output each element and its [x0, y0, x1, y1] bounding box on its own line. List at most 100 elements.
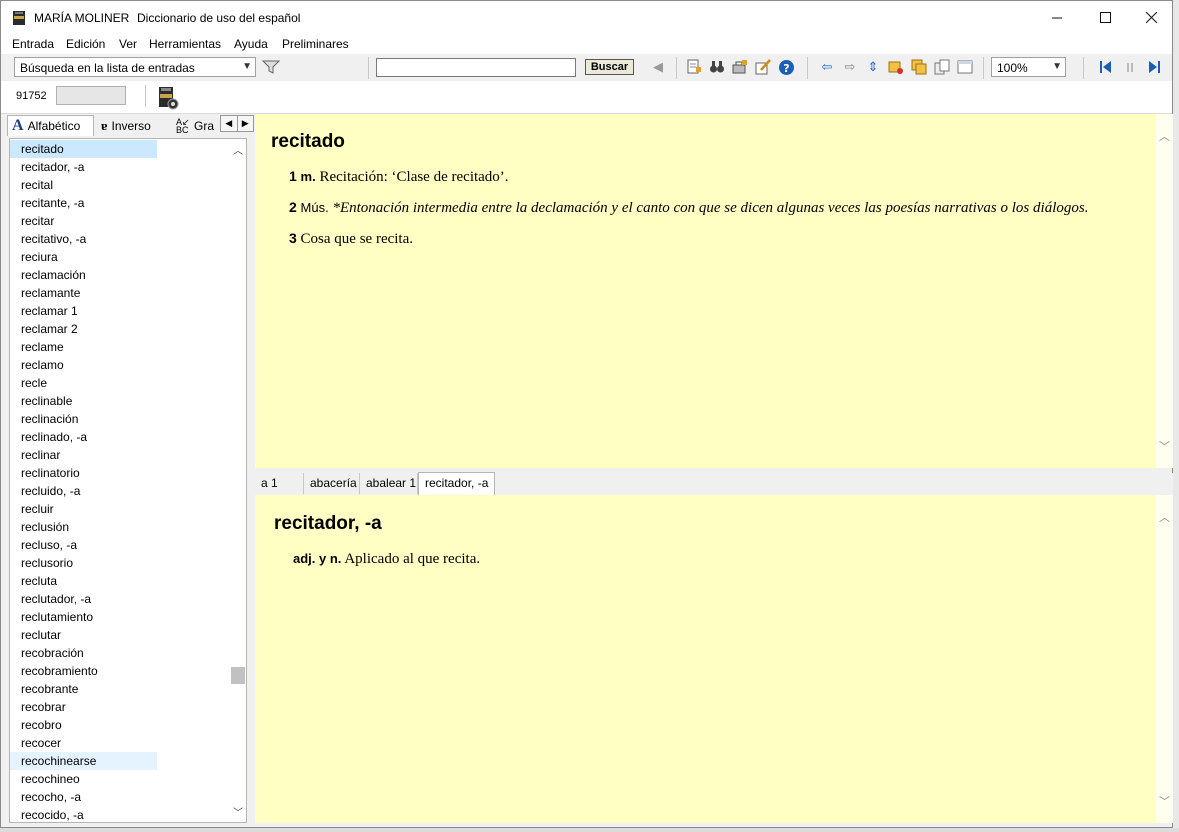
list-item[interactable]: reclinar: [10, 446, 157, 464]
list-item[interactable]: reclutamiento: [10, 608, 157, 626]
list-item[interactable]: recobramiento: [10, 662, 157, 680]
list-item[interactable]: recitado: [10, 140, 157, 158]
definition-2: 2 Mús. *Entonación intermedia entre la d…: [289, 197, 1134, 219]
list-item[interactable]: recocido, -a: [10, 806, 157, 822]
list-item[interactable]: recluir: [10, 500, 157, 518]
history-tab[interactable]: a 1: [255, 473, 304, 494]
first-entry-icon[interactable]: [1098, 59, 1114, 75]
triangle-left-icon[interactable]: ◀: [650, 59, 666, 75]
list-item[interactable]: recitar: [10, 212, 157, 230]
list-item[interactable]: reclinado, -a: [10, 428, 157, 446]
menu-ver[interactable]: Ver: [119, 37, 137, 51]
list-item[interactable]: reclamante: [10, 284, 157, 302]
list-item[interactable]: reclinación: [10, 410, 157, 428]
list-item[interactable]: recluta: [10, 572, 157, 590]
close-button[interactable]: [1128, 1, 1174, 34]
list-item[interactable]: reclutar: [10, 626, 157, 644]
list-item[interactable]: recocer: [10, 734, 157, 752]
search-mode-select[interactable]: Búsqueda en la lista de entradas ▼: [14, 57, 256, 77]
chevron-up-icon[interactable]: ︿: [233, 142, 243, 157]
pause-icon[interactable]: [1122, 59, 1138, 75]
last-entry-icon[interactable]: [1146, 59, 1162, 75]
scrollbar-thumb[interactable]: [231, 667, 245, 684]
binoculars-icon[interactable]: [709, 59, 725, 75]
chevron-down-icon[interactable]: ﹀: [233, 804, 243, 819]
buscar-button[interactable]: Buscar: [585, 59, 634, 75]
index-tabs: A Alfabético ɐ Inverso A↙ BC Gra ◀ ▶: [7, 115, 254, 137]
list-item[interactable]: recle: [10, 374, 157, 392]
note-pencil-icon[interactable]: [755, 59, 771, 75]
list-item[interactable]: recobrar: [10, 698, 157, 716]
history-tab[interactable]: abacería: [304, 473, 360, 494]
list-item[interactable]: recobro: [10, 716, 157, 734]
arrow-forward-icon[interactable]: ⇨: [842, 59, 858, 75]
entry-list[interactable]: recitado recitador, -a recital recitante, -…: [9, 138, 247, 823]
tab-alfabetico[interactable]: A Alfabético: [7, 115, 94, 136]
list-item[interactable]: recital: [10, 176, 157, 194]
list-item[interactable]: recobrante: [10, 680, 157, 698]
list-item[interactable]: reclamación: [10, 266, 157, 284]
zoom-select[interactable]: 100% ▼: [991, 57, 1066, 77]
def-text[interactable]: *Entonación intermedia entre la declamac…: [332, 200, 1088, 216]
list-item[interactable]: recobración: [10, 644, 157, 662]
search-mode-value: Búsqueda en la lista de entradas: [20, 61, 195, 75]
menu-entrada[interactable]: Entrada: [12, 37, 54, 51]
list-item[interactable]: reclusorio: [10, 554, 157, 572]
dictionary-book-icon[interactable]: [157, 86, 179, 110]
list-item[interactable]: recitativo, -a: [10, 230, 157, 248]
list-item[interactable]: recochinearse: [10, 752, 157, 770]
history-tabs: a 1 abacería abalear 1 recitador, -a: [255, 472, 1173, 495]
tab-inverso[interactable]: ɐ Inverso: [97, 115, 172, 136]
menu-edicion[interactable]: Edición: [66, 37, 105, 51]
bookmarks-icon[interactable]: [911, 59, 927, 75]
arrow-back-icon[interactable]: ⇦: [819, 59, 835, 75]
list-item[interactable]: recitador, -a: [10, 158, 157, 176]
menu-ayuda[interactable]: Ayuda: [234, 37, 268, 51]
toolbar-separator: [1083, 57, 1084, 79]
list-item[interactable]: reclamar 2: [10, 320, 157, 338]
chevron-up-icon[interactable]: ︿: [1159, 128, 1170, 144]
chevron-down-icon[interactable]: ﹀: [1159, 438, 1170, 454]
history-tab[interactable]: abalear 1: [360, 473, 418, 494]
edit-document-icon[interactable]: [686, 59, 702, 75]
search-input[interactable]: [376, 58, 576, 77]
maximize-button[interactable]: [1082, 1, 1128, 34]
minimize-button[interactable]: [1034, 1, 1080, 34]
menu-herramientas[interactable]: Herramientas: [149, 37, 221, 51]
list-item[interactable]: reciura: [10, 248, 157, 266]
list-item[interactable]: reclamar 1: [10, 302, 157, 320]
toolbar-separator: [368, 57, 369, 79]
list-item[interactable]: reclutador, -a: [10, 590, 157, 608]
chevron-down-icon: ▼: [1052, 61, 1062, 72]
tab-grafico[interactable]: A↙ BC Gra: [172, 115, 220, 136]
entry-pane-secondary-scrollbar[interactable]: ︿ ﹀: [1156, 495, 1173, 823]
entry-list-scrollbar[interactable]: ︿ ﹀: [229, 139, 246, 822]
toolbox-icon[interactable]: [732, 59, 748, 75]
chevron-up-icon[interactable]: ︿: [1159, 509, 1170, 525]
list-item[interactable]: reclame: [10, 338, 157, 356]
menu-preliminares[interactable]: Preliminares: [282, 37, 349, 51]
list-item[interactable]: reclusión: [10, 518, 157, 536]
chevron-down-icon[interactable]: ﹀: [1159, 793, 1170, 809]
help-icon[interactable]: ?: [778, 59, 794, 75]
list-item[interactable]: reclinatorio: [10, 464, 157, 482]
tab-scroll-left-icon[interactable]: ◀: [221, 116, 237, 131]
tab-scroll-right-icon[interactable]: ▶: [236, 116, 254, 131]
list-item[interactable]: recluido, -a: [10, 482, 157, 500]
arrow-updown-icon[interactable]: ⇕: [865, 59, 881, 75]
copy-pages-icon[interactable]: [934, 59, 950, 75]
tab-inverso-label: Inverso: [111, 118, 151, 133]
list-item[interactable]: recochineo: [10, 770, 157, 788]
list-item[interactable]: recluso, -a: [10, 536, 157, 554]
list-item[interactable]: reclinable: [10, 392, 157, 410]
def-number: 1: [289, 168, 297, 184]
def-number: 2: [289, 199, 297, 215]
bookmark-add-icon[interactable]: [888, 59, 904, 75]
list-item[interactable]: recocho, -a: [10, 788, 157, 806]
entry-pane-main-scrollbar[interactable]: ︿ ﹀: [1156, 114, 1173, 468]
blank-page-icon[interactable]: [957, 59, 973, 75]
list-item[interactable]: reclamo: [10, 356, 157, 374]
list-item[interactable]: recitante, -a: [10, 194, 157, 212]
history-tab-active[interactable]: recitador, -a: [418, 472, 495, 495]
filter-icon[interactable]: [262, 59, 280, 75]
